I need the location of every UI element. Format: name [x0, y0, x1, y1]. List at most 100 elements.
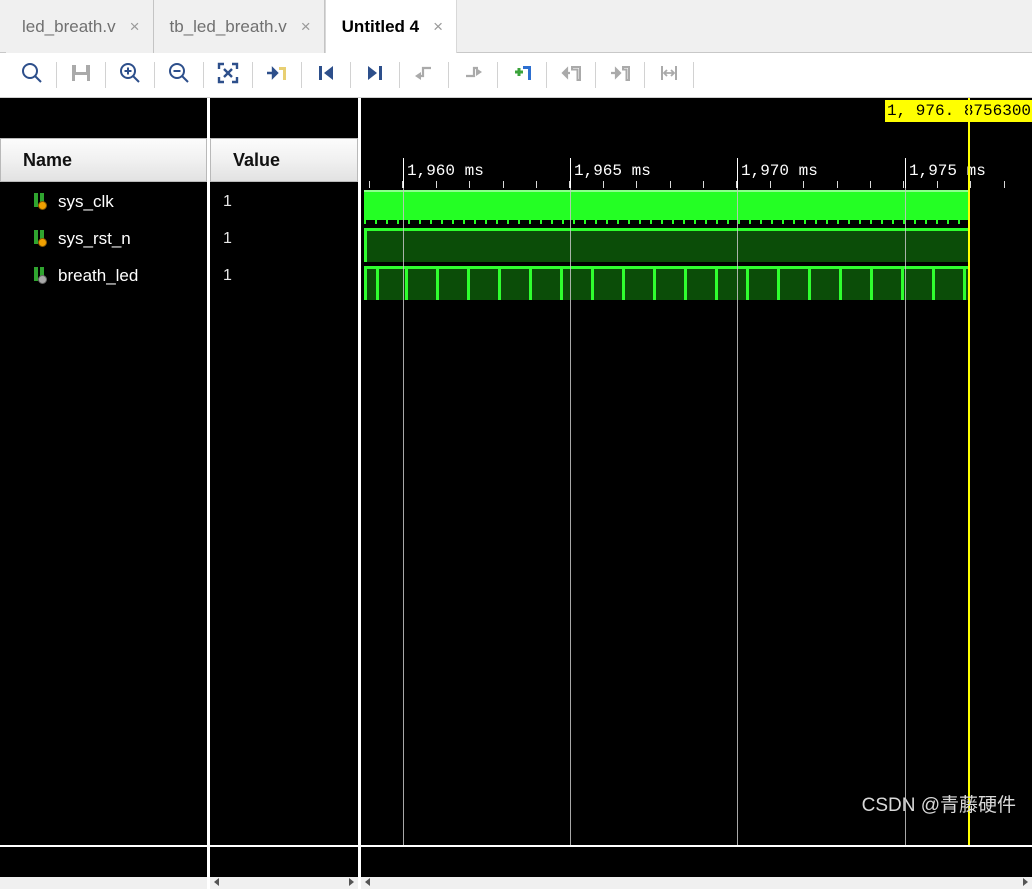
- signal-transition-edge: [364, 266, 367, 300]
- signal-row[interactable]: sys_clk: [0, 183, 207, 220]
- toolbar-separator: [350, 62, 351, 88]
- clock-waveform-block: [364, 190, 968, 220]
- waveform-canvas[interactable]: 1,960 ms 1,965 ms 1,970 ms 1,975 ms 1, 976.…: [361, 98, 1032, 845]
- tab-close-icon[interactable]: ×: [301, 18, 311, 35]
- previous-transition-icon: [411, 60, 437, 91]
- signal-transition-edge: [808, 266, 811, 300]
- ruler-minor-tick: [503, 181, 504, 188]
- ruler-minor-tick: [803, 181, 804, 188]
- tab-bar: led_breath.v × tb_led_breath.v × Untitled 4 ×: [0, 0, 1032, 53]
- signal-row[interactable]: breath_led: [0, 257, 207, 294]
- signal-transition-edge: [467, 266, 470, 300]
- ruler-minor-tick: [903, 181, 904, 188]
- value-column-header[interactable]: Value: [210, 138, 358, 182]
- waveform-scrollbar[interactable]: [361, 877, 1032, 889]
- snap-to-edge-button[interactable]: [255, 54, 299, 96]
- ruler-minor-tick: [970, 181, 971, 188]
- previous-transition-button[interactable]: [402, 54, 446, 96]
- zoom-out-icon: [166, 60, 192, 91]
- tab-untitled-4[interactable]: Untitled 4 ×: [324, 0, 458, 53]
- ruler-minor-tick: [670, 181, 671, 188]
- next-transition-icon: [460, 60, 486, 91]
- tab-led-breath-v[interactable]: led_breath.v ×: [6, 0, 154, 53]
- clock-edge-serration: [364, 220, 968, 224]
- signal-transition-edge: [591, 266, 594, 300]
- toolbar-separator: [105, 62, 106, 88]
- waveform-footer: [361, 847, 1032, 889]
- signal-level-block: [364, 228, 968, 262]
- waveform-output-icon: [34, 267, 49, 284]
- signal-transition-edge: [932, 266, 935, 300]
- measure-distance-icon: [656, 60, 682, 91]
- signal-row[interactable]: sys_rst_n: [0, 220, 207, 257]
- signal-transition-edge: [870, 266, 873, 300]
- waveform-scroll-right-arrow-icon[interactable]: [1018, 877, 1032, 889]
- signal-value-panel: Value 1 1 1: [210, 98, 358, 845]
- ruler-minor-tick: [837, 181, 838, 188]
- waveform-gridline: [737, 188, 738, 845]
- tab-label: tb_led_breath.v: [169, 16, 287, 36]
- go-to-start-button[interactable]: [304, 54, 348, 96]
- previous-marker-button[interactable]: [549, 54, 593, 96]
- name-column-header-label: Name: [23, 149, 73, 170]
- signal-transition-edge: [777, 266, 780, 300]
- toolbar-separator: [252, 62, 253, 88]
- tab-label: led_breath.v: [22, 16, 116, 36]
- signal-transition-edge: [684, 266, 687, 300]
- signal-transition-edge: [529, 266, 532, 300]
- toolbar-separator: [644, 62, 645, 88]
- signal-transition-edge: [963, 266, 966, 300]
- scroll-right-arrow-icon[interactable]: [344, 877, 358, 889]
- tab-close-icon[interactable]: ×: [433, 18, 443, 35]
- toolbar-separator: [56, 62, 57, 88]
- waveform-trace-breath_led: [361, 266, 1032, 300]
- waveform-input-icon: [34, 230, 49, 247]
- toolbar-separator: [399, 62, 400, 88]
- watermark: CSDN @青藤硬件: [861, 795, 1016, 816]
- next-marker-button[interactable]: [598, 54, 642, 96]
- ruler-minor-tick: [937, 181, 938, 188]
- next-marker-icon: [607, 60, 633, 91]
- next-transition-button[interactable]: [451, 54, 495, 96]
- ruler-minor-tick: [603, 181, 604, 188]
- toolbar-separator: [595, 62, 596, 88]
- save-button[interactable]: [59, 54, 103, 96]
- waveform-gridline: [905, 188, 906, 845]
- tab-tb-led-breath-v[interactable]: tb_led_breath.v ×: [153, 0, 325, 53]
- add-marker-button[interactable]: [500, 54, 544, 96]
- name-panel-scrollbar[interactable]: [0, 877, 207, 889]
- cursor-line[interactable]: [968, 98, 970, 845]
- add-marker-icon: [509, 60, 535, 91]
- waveform-scroll-left-arrow-icon[interactable]: [361, 877, 375, 889]
- name-column-header[interactable]: Name: [0, 138, 207, 182]
- toolbar-separator: [497, 62, 498, 88]
- signal-transition-edge: [560, 266, 563, 300]
- snap-to-edge-icon: [264, 60, 290, 91]
- signal-name-list: sys_clk sys_rst_n breath_led: [0, 183, 207, 845]
- save-icon: [68, 60, 94, 91]
- ruler-time-label: 1,975 ms: [909, 162, 986, 180]
- waveform-input-icon: [34, 193, 49, 210]
- scroll-left-arrow-icon[interactable]: [210, 877, 224, 889]
- value-panel-scrollbar[interactable]: [210, 877, 358, 889]
- zoom-in-button[interactable]: [108, 54, 152, 96]
- ruler-minor-tick: [536, 181, 537, 188]
- search-icon: [19, 60, 45, 91]
- ruler-minor-tick: [1004, 181, 1005, 188]
- search-button[interactable]: [10, 54, 54, 96]
- measure-distance-button[interactable]: [647, 54, 691, 96]
- signal-value-cell: 1: [223, 192, 232, 210]
- signal-name-label: sys_rst_n: [58, 228, 131, 248]
- name-panel-footer: [0, 847, 207, 889]
- ruler-time-label: 1,960 ms: [407, 162, 484, 180]
- ruler-time-label: 1,970 ms: [741, 162, 818, 180]
- go-to-end-button[interactable]: [353, 54, 397, 96]
- toolbar-separator: [301, 62, 302, 88]
- tab-close-icon[interactable]: ×: [130, 18, 140, 35]
- toolbar-separator: [203, 62, 204, 88]
- signal-value-cell: 1: [223, 266, 232, 284]
- zoom-fit-button[interactable]: [206, 54, 250, 96]
- zoom-out-button[interactable]: [157, 54, 201, 96]
- toolbar: [0, 53, 1032, 98]
- toolbar-separator: [448, 62, 449, 88]
